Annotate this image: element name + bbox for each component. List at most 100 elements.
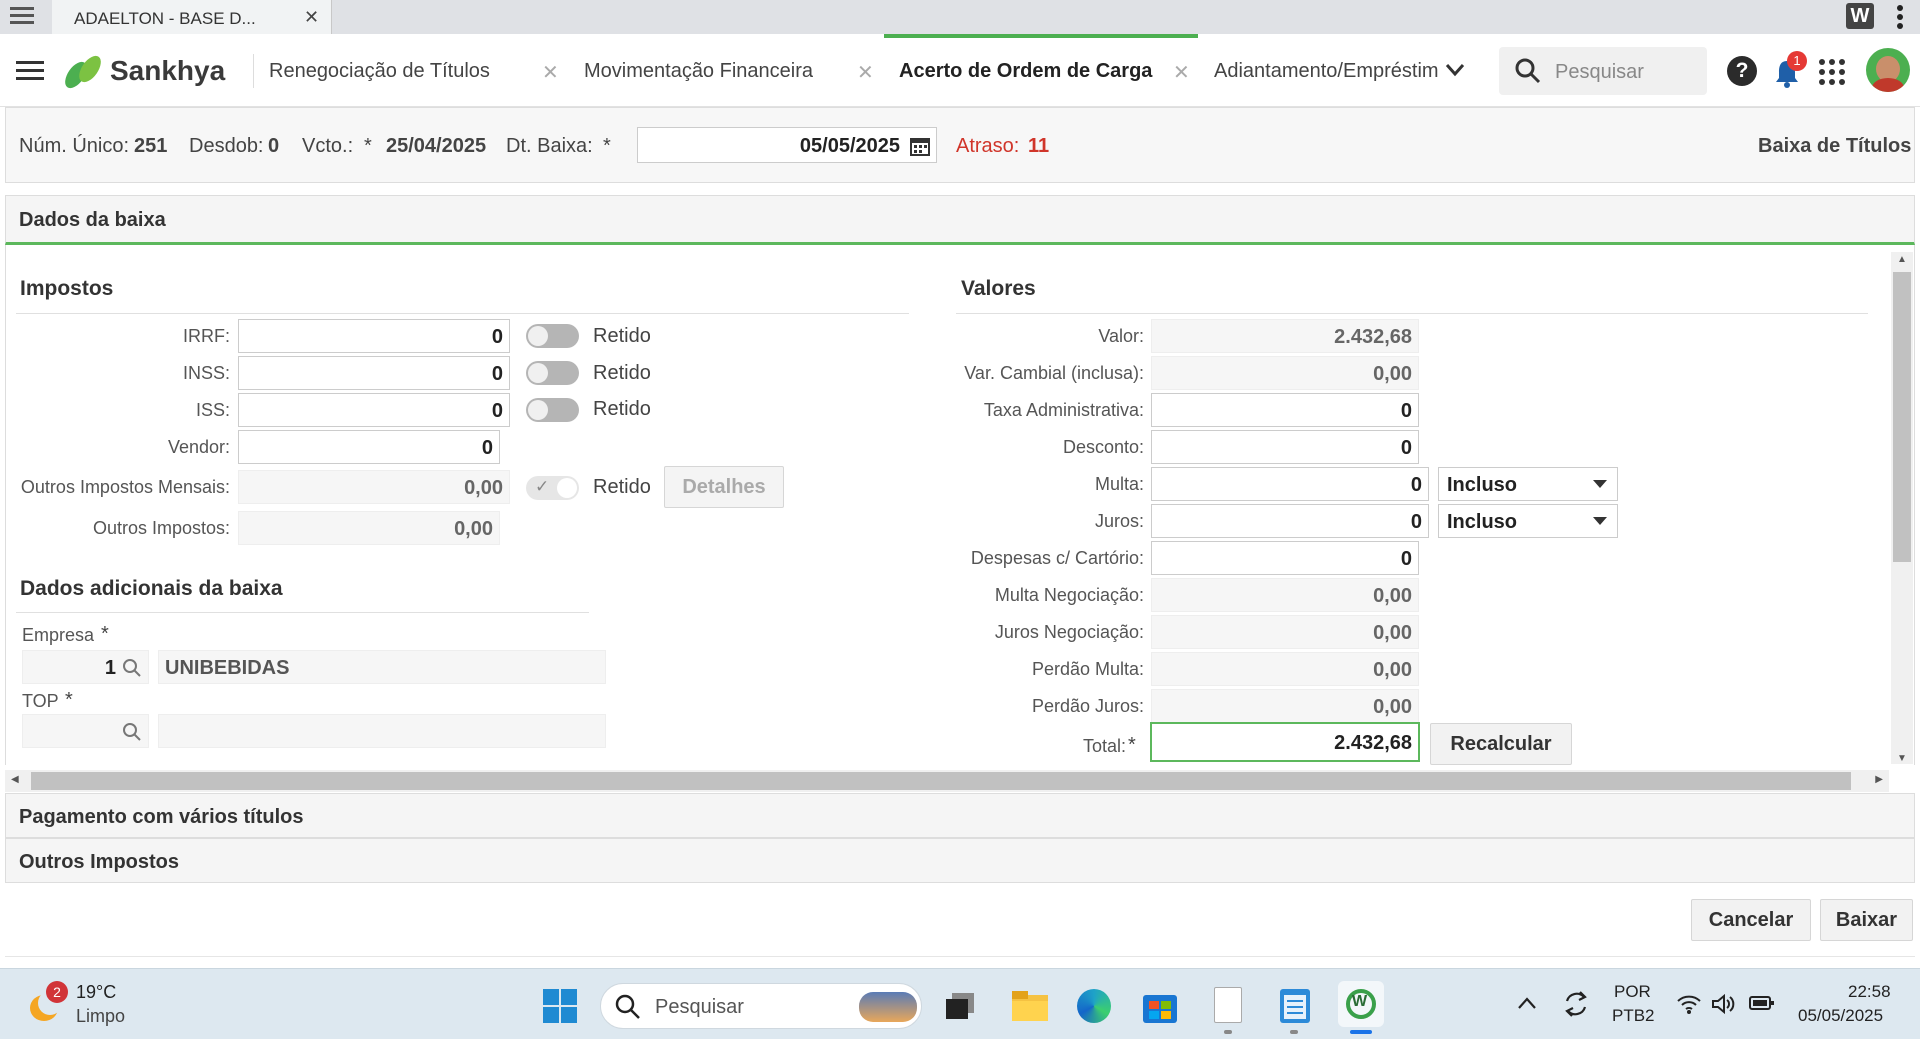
top-code-input[interactable]: [22, 714, 149, 748]
search-icon[interactable]: [122, 658, 142, 678]
top-label: TOP: [22, 691, 59, 711]
outros-mensais-retido-toggle[interactable]: ✓: [526, 476, 579, 500]
search-icon: [1515, 58, 1541, 84]
search-icon[interactable]: [122, 722, 142, 742]
valores-title: Valores: [961, 277, 1036, 300]
multa-input[interactable]: 0: [1151, 467, 1429, 501]
tab-movimentacao[interactable]: Movimentação Financeira ✕: [570, 34, 880, 107]
juros-input[interactable]: 0: [1151, 504, 1429, 538]
divider: [16, 612, 589, 613]
weather-icon[interactable]: 2: [28, 981, 68, 1021]
num-unico-value: 251: [134, 135, 168, 157]
scroll-right-icon[interactable]: ▶: [1875, 774, 1883, 785]
volume-icon[interactable]: [1711, 993, 1737, 1015]
active-indicator: [1350, 1030, 1372, 1034]
battery-icon[interactable]: [1749, 995, 1775, 1011]
title-info-bar: Núm. Único: 251 Desdob: 0 Vcto.: * 25/04…: [5, 107, 1915, 183]
input-language[interactable]: POR: [1614, 982, 1651, 1002]
outros-impostos-section[interactable]: Outros Impostos: [5, 838, 1915, 883]
avatar[interactable]: [1866, 48, 1910, 92]
task-view-icon[interactable]: [946, 993, 974, 1019]
apps-grid-icon[interactable]: [1818, 58, 1846, 86]
close-icon[interactable]: ✕: [1173, 60, 1190, 85]
outros-impostos-value: 0,00: [454, 518, 493, 540]
notepad-icon[interactable]: [1280, 985, 1310, 1023]
search-highlight-icon: [859, 992, 917, 1022]
file-explorer-icon[interactable]: [1012, 991, 1048, 1021]
empresa-code-input[interactable]: 1: [22, 650, 149, 684]
calendar-icon[interactable]: [910, 136, 930, 156]
taxa-administrativa-input[interactable]: 0: [1151, 393, 1419, 427]
scroll-down-icon[interactable]: ▼: [1897, 753, 1907, 764]
detalhes-button[interactable]: Detalhes: [664, 466, 784, 508]
iss-retido-label: Retido: [593, 398, 651, 420]
juros-select[interactable]: Incluso: [1438, 504, 1618, 538]
desconto-input[interactable]: 0: [1151, 430, 1419, 464]
vertical-scrollbar[interactable]: ▲ ▼: [1891, 252, 1913, 764]
browser-tab[interactable]: ADAELTON - BASE D... ✕: [52, 0, 332, 34]
taskbar-search-input[interactable]: Pesquisar: [600, 983, 922, 1029]
chevron-down-icon[interactable]: [1444, 62, 1466, 78]
scroll-left-icon[interactable]: ◀: [11, 774, 19, 785]
inss-input[interactable]: 0: [238, 356, 510, 390]
scroll-thumb[interactable]: [31, 772, 1851, 790]
store-icon[interactable]: [1143, 989, 1177, 1023]
perdao-juros-value: 0,00: [1373, 696, 1412, 718]
scroll-thumb[interactable]: [1893, 272, 1911, 562]
sankhya-app-icon[interactable]: W: [1338, 981, 1384, 1027]
bell-icon[interactable]: 1: [1774, 51, 1807, 88]
running-indicator: [1224, 1030, 1232, 1034]
section-title: Outros Impostos: [19, 851, 180, 873]
chevron-up-icon[interactable]: [1517, 996, 1537, 1010]
vendor-input[interactable]: 0: [238, 430, 500, 464]
irrf-input[interactable]: 0: [238, 319, 510, 353]
clock-date[interactable]: 05/05/2025: [1798, 1006, 1883, 1026]
total-input[interactable]: 2.432,68: [1150, 722, 1420, 762]
wifi-icon[interactable]: [1676, 993, 1702, 1015]
inss-label: INSS:: [182, 363, 230, 383]
document-icon[interactable]: [1214, 987, 1242, 1023]
sync-icon[interactable]: [1562, 989, 1590, 1019]
clock-time[interactable]: 22:58: [1848, 982, 1891, 1002]
var-cambial-value: 0,00: [1373, 363, 1412, 385]
close-icon[interactable]: ✕: [857, 60, 874, 85]
tab-acerto-ordem-carga[interactable]: Acerto de Ordem de Carga ✕: [884, 34, 1198, 107]
close-icon[interactable]: ✕: [542, 60, 559, 85]
multa-negociacao-value: 0,00: [1373, 585, 1412, 607]
dt-baixa-input[interactable]: 05/05/2025: [637, 127, 937, 163]
iss-value: 0: [491, 400, 503, 422]
despesas-cartorio-value: 0: [1400, 548, 1412, 570]
multa-select[interactable]: Incluso: [1438, 467, 1618, 501]
tab-renegociacao[interactable]: Renegociação de Títulos ✕: [255, 34, 565, 107]
divider: [5, 956, 1915, 957]
pagamento-varios-titulos-section[interactable]: Pagamento com vários títulos: [5, 793, 1915, 838]
scroll-up-icon[interactable]: ▲: [1897, 254, 1907, 265]
empresa-code: 1: [104, 657, 116, 679]
cancelar-button[interactable]: Cancelar: [1691, 899, 1811, 941]
search-input[interactable]: Pesquisar: [1499, 47, 1707, 95]
more-vertical-icon[interactable]: [1897, 4, 1903, 30]
taxa-administrativa-value: 0: [1400, 400, 1412, 422]
iss-input[interactable]: 0: [238, 393, 510, 427]
close-icon[interactable]: ✕: [304, 7, 319, 28]
keyboard-layout[interactable]: PTB2: [1612, 1006, 1655, 1026]
multa-negociacao-field: 0,00: [1151, 578, 1419, 612]
recalcular-button[interactable]: Recalcular: [1430, 723, 1572, 765]
dt-baixa-value: 05/05/2025: [799, 135, 900, 157]
irrf-retido-toggle[interactable]: [526, 324, 579, 348]
baixar-button[interactable]: Baixar: [1820, 899, 1913, 941]
help-icon[interactable]: ?: [1727, 56, 1757, 86]
edge-browser-icon[interactable]: [1077, 989, 1111, 1023]
tab-adiantamento[interactable]: Adiantamento/Empréstim: [1200, 34, 1440, 107]
desconto-label: Desconto:: [1062, 437, 1144, 457]
inss-retido-toggle[interactable]: [526, 361, 579, 385]
windows-start-icon[interactable]: [543, 989, 577, 1023]
horizontal-scrollbar[interactable]: ◀ ▶: [5, 770, 1889, 792]
dados-baixa-header[interactable]: Dados da baixa: [5, 195, 1915, 245]
browser-menu-icon[interactable]: [10, 5, 34, 27]
temperature: 19°C: [76, 982, 117, 1002]
irrf-retido-label: Retido: [593, 325, 651, 347]
iss-retido-toggle[interactable]: [526, 398, 579, 422]
menu-icon[interactable]: [16, 60, 44, 82]
despesas-cartorio-input[interactable]: 0: [1151, 541, 1419, 575]
